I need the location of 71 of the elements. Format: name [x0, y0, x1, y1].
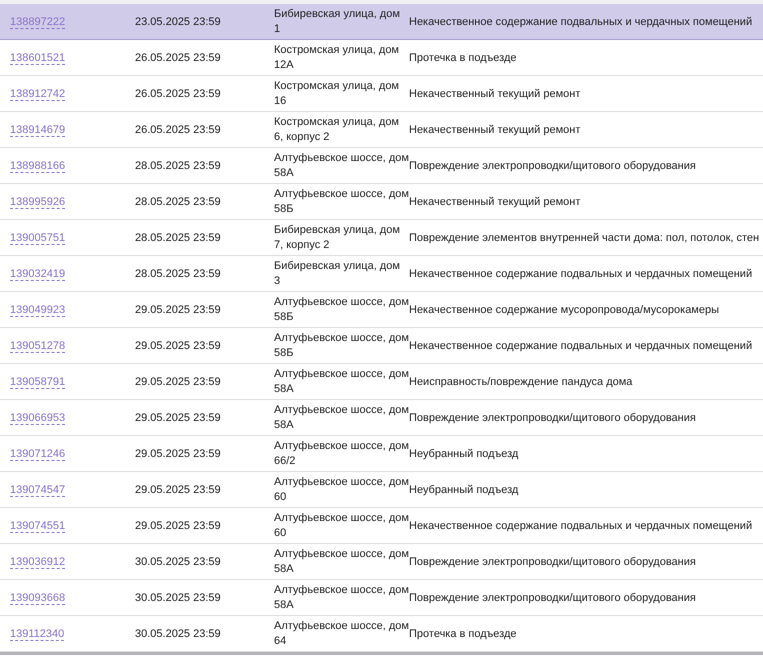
issue-cell: Повреждение электропроводки/щитового оборудования [409, 556, 696, 568]
deadline-cell: 28.05.2025 23:59 [135, 160, 221, 172]
issue-cell: Некачественное содержание подвальных и чердачных помещений [409, 16, 752, 28]
issue-cell: Протечка в подъезде [409, 52, 517, 64]
address-cell: Алтуфьевское шоссе, дом 58А [274, 152, 409, 178]
address-cell: Костромская улица, дом 6, корпус 2 [274, 116, 399, 142]
address-cell: Бибиревская улица, дом 7, корпус 2 [274, 224, 400, 250]
request-number-link[interactable]: 138601521 [10, 52, 66, 64]
issue-cell: Повреждение электропроводки/щитового оборудования [409, 592, 696, 604]
deadline-cell: 26.05.2025 23:59 [135, 52, 221, 64]
deadline-cell: 30.05.2025 23:59 [135, 556, 221, 568]
deadline-cell: 30.05.2025 23:59 [135, 592, 221, 604]
request-number-link[interactable]: 139036912 [10, 556, 66, 568]
address-cell: Алтуфьевское шоссе, дом 58Б [274, 332, 409, 358]
deadline-cell: 29.05.2025 23:59 [135, 376, 221, 388]
address-cell: Алтуфьевское шоссе, дом 58А [274, 584, 409, 610]
request-number-link[interactable]: 139074547 [10, 484, 66, 496]
request-number-link[interactable]: 139093668 [10, 592, 66, 604]
address-cell: Алтуфьевское шоссе, дом 58А [274, 548, 409, 574]
issue-cell: Некачественное содержание подвальных и чердачных помещений [409, 268, 752, 280]
issue-cell: Неисправность/повреждение пандуса дома [409, 376, 632, 388]
deadline-cell: 28.05.2025 23:59 [135, 196, 221, 208]
issue-cell: Некачественный текущий ремонт [409, 88, 580, 100]
deadline-cell: 29.05.2025 23:59 [135, 340, 221, 352]
issue-cell: Повреждение электропроводки/щитового оборудования [409, 160, 696, 172]
issue-cell: Некачественное содержание подвальных и чердачных помещений [409, 340, 752, 352]
address-cell: Бибиревская улица, дом 3 [274, 260, 400, 286]
issue-cell: Неубранный подъезд [409, 448, 518, 460]
request-number-link[interactable]: 138995926 [10, 196, 66, 208]
deadline-cell: 29.05.2025 23:59 [135, 484, 221, 496]
request-number-link[interactable]: 139032419 [10, 268, 66, 280]
deadline-cell: 29.05.2025 23:59 [135, 448, 221, 460]
address-cell: Алтуфьевское шоссе, дом 58Б [274, 296, 409, 322]
request-number-link[interactable]: 139005751 [10, 232, 66, 244]
request-number-link[interactable]: 139112340 [10, 628, 64, 640]
request-number-link[interactable]: 139066953 [10, 412, 66, 424]
deadline-cell: 30.05.2025 23:59 [135, 628, 221, 640]
issue-cell: Повреждение электропроводки/щитового оборудования [409, 412, 696, 424]
address-cell: Костромская улица, дом 12А [274, 44, 399, 70]
address-cell: Алтуфьевское шоссе, дом 58Б [274, 188, 409, 214]
issue-cell: Повреждение элементов внутренней части дома: пол, потолок, стен [409, 232, 760, 244]
address-cell: Бибиревская улица, дом 1 [274, 8, 400, 34]
deadline-cell: 26.05.2025 23:59 [135, 124, 221, 136]
request-number-link[interactable]: 139071246 [10, 448, 66, 460]
address-cell: Алтуфьевское шоссе, дом 58А [274, 404, 409, 430]
request-number-link[interactable]: 139049923 [10, 304, 66, 316]
issue-cell: Неубранный подъезд [409, 484, 518, 496]
deadline-cell: 29.05.2025 23:59 [135, 304, 221, 316]
issue-cell: Некачественный текущий ремонт [409, 196, 580, 208]
request-number-link[interactable]: 138914679 [10, 124, 66, 136]
address-cell: Алтуфьевское шоссе, дом 64 [274, 620, 409, 646]
deadline-cell: 29.05.2025 23:59 [135, 520, 221, 532]
deadline-cell: 23.05.2025 23:59 [135, 16, 221, 28]
address-cell: Алтуфьевское шоссе, дом 58А [274, 368, 409, 394]
deadline-cell: 29.05.2025 23:59 [135, 412, 221, 424]
address-cell: Алтуфьевское шоссе, дом 60 [274, 512, 409, 538]
request-number-link[interactable]: 138988166 [10, 160, 66, 172]
issue-cell: Некачественное содержание подвальных и чердачных помещений [409, 520, 752, 532]
address-cell: Костромская улица, дом 16 [274, 80, 399, 106]
request-number-link[interactable]: 139074551 [10, 520, 66, 532]
issue-cell: Некачественное содержание мусоропровода/мусорокамеры [409, 304, 720, 316]
request-number-link[interactable]: 139051278 [10, 340, 66, 352]
address-cell: Алтуфьевское шоссе, дом 60 [274, 476, 409, 502]
address-cell: Алтуфьевское шоссе, дом 66/2 [274, 440, 409, 466]
issue-cell: Некачественный текущий ремонт [409, 124, 580, 136]
request-number-link[interactable]: 138912742 [10, 88, 66, 100]
deadline-cell: 26.05.2025 23:59 [135, 88, 221, 100]
request-number-link[interactable]: 139058791 [10, 376, 66, 388]
deadline-cell: 28.05.2025 23:59 [135, 232, 221, 244]
issue-cell: Протечка в подъезде [409, 628, 517, 640]
deadline-cell: 28.05.2025 23:59 [135, 268, 221, 280]
